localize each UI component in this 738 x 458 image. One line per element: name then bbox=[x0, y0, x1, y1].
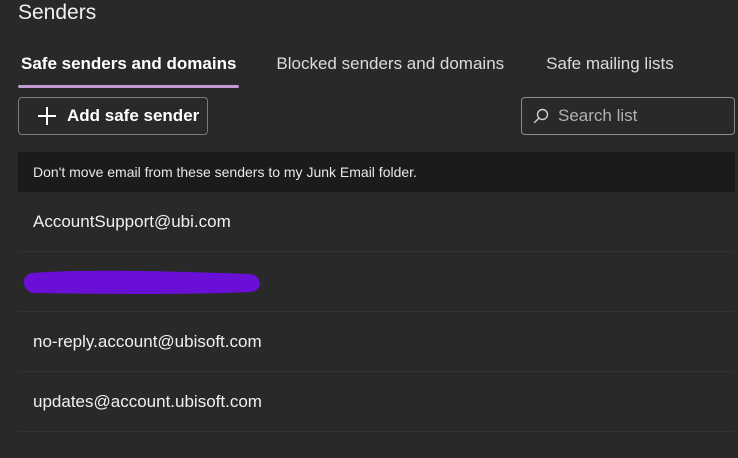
list-item[interactable] bbox=[18, 252, 735, 312]
list-item[interactable]: no-reply.account@ubisoft.com bbox=[18, 312, 735, 372]
tab-safe-mailing-lists[interactable]: Safe mailing lists bbox=[543, 50, 677, 84]
add-safe-sender-label: Add safe sender bbox=[67, 106, 200, 125]
sender-address: updates@account.ubisoft.com bbox=[33, 391, 262, 411]
search-box[interactable] bbox=[521, 97, 735, 135]
add-safe-sender-button[interactable]: Add safe sender bbox=[18, 97, 208, 135]
redaction-mark bbox=[23, 270, 260, 294]
tab-blocked-senders[interactable]: Blocked senders and domains bbox=[273, 50, 507, 84]
search-input[interactable] bbox=[558, 106, 718, 126]
plus-icon bbox=[38, 107, 56, 125]
list-item[interactable]: updates@account.ubisoft.com bbox=[18, 372, 735, 432]
info-banner: Don't move email from these senders to m… bbox=[18, 152, 735, 192]
page-title: Senders bbox=[18, 1, 97, 24]
safe-senders-list: AccountSupport@ubi.com no-reply.account@… bbox=[18, 192, 735, 432]
sender-address: no-reply.account@ubisoft.com bbox=[33, 331, 262, 351]
list-item[interactable]: AccountSupport@ubi.com bbox=[18, 192, 735, 252]
search-icon bbox=[533, 108, 549, 124]
tab-safe-senders[interactable]: Safe senders and domains bbox=[18, 50, 240, 88]
info-text: Don't move email from these senders to m… bbox=[33, 164, 417, 180]
senders-settings-page: Senders Safe senders and domains Blocked… bbox=[0, 0, 738, 458]
sender-address: AccountSupport@ubi.com bbox=[33, 211, 231, 231]
sender-tabs: Safe senders and domains Blocked senders… bbox=[18, 50, 677, 88]
